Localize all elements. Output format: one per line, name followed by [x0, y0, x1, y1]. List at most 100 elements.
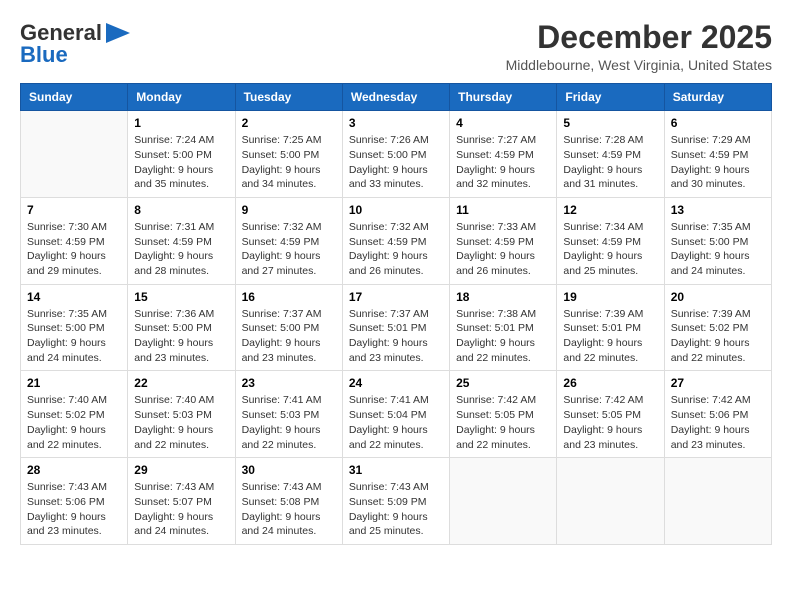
calendar-cell: 3 Sunrise: 7:26 AMSunset: 5:00 PMDaylight… — [342, 111, 449, 198]
calendar-cell: 19 Sunrise: 7:39 AMSunset: 5:01 PMDayligh… — [557, 284, 664, 371]
calendar-cell: 2Sunrise: 7:25 AMSunset: 5:00 PMDaylight… — [235, 111, 342, 198]
day-number: 6 — [671, 116, 765, 130]
day-detail: Sunrise: 7:43 AMSunset: 5:07 PMDaylight:… — [134, 480, 228, 539]
calendar-cell: 10 Sunrise: 7:32 AMSunset: 4:59 PMDayligh… — [342, 197, 449, 284]
calendar-cell: 31 Sunrise: 7:43 AMSunset: 5:09 PMDayligh… — [342, 458, 449, 545]
day-detail: Sunrise: 7:26 AMSunset: 5:00 PMDaylight:… — [349, 133, 443, 192]
calendar-cell: 27Sunrise: 7:42 AMSunset: 5:06 PMDayligh… — [664, 371, 771, 458]
day-number: 16 — [242, 290, 336, 304]
calendar-cell — [21, 111, 128, 198]
title-block: December 2025 Middlebourne, West Virgini… — [506, 20, 772, 73]
calendar-cell — [664, 458, 771, 545]
day-number: 12 — [563, 203, 657, 217]
calendar-cell: 21 Sunrise: 7:40 AMSunset: 5:02 PMDayligh… — [21, 371, 128, 458]
calendar-cell: 12 Sunrise: 7:34 AMSunset: 4:59 PMDayligh… — [557, 197, 664, 284]
calendar-cell: 26 Sunrise: 7:42 AMSunset: 5:05 PMDayligh… — [557, 371, 664, 458]
day-number: 19 — [563, 290, 657, 304]
day-detail: Sunrise: 7:34 AMSunset: 4:59 PMDaylight:… — [563, 220, 657, 279]
day-number: 4 — [456, 116, 550, 130]
logo-arrow-icon — [106, 23, 130, 43]
calendar-cell: 5Sunrise: 7:28 AMSunset: 4:59 PMDaylight… — [557, 111, 664, 198]
calendar-cell: 22Sunrise: 7:40 AMSunset: 5:03 PMDayligh… — [128, 371, 235, 458]
day-detail: Sunrise: 7:37 AMSunset: 5:00 PMDaylight:… — [242, 307, 336, 366]
day-number: 30 — [242, 463, 336, 477]
day-detail: Sunrise: 7:37 AMSunset: 5:01 PMDaylight:… — [349, 307, 443, 366]
weekday-header-sunday: Sunday — [21, 84, 128, 111]
day-number: 27 — [671, 376, 765, 390]
day-detail: Sunrise: 7:40 AMSunset: 5:03 PMDaylight:… — [134, 393, 228, 452]
day-detail: Sunrise: 7:41 AMSunset: 5:04 PMDaylight:… — [349, 393, 443, 452]
calendar-cell — [557, 458, 664, 545]
day-number: 11 — [456, 203, 550, 217]
day-detail: Sunrise: 7:39 AMSunset: 5:02 PMDaylight:… — [671, 307, 765, 366]
day-number: 10 — [349, 203, 443, 217]
logo: General Blue — [20, 20, 130, 68]
calendar-week-row: 14 Sunrise: 7:35 AMSunset: 5:00 PMDayligh… — [21, 284, 772, 371]
day-number: 1 — [134, 116, 228, 130]
day-detail: Sunrise: 7:41 AMSunset: 5:03 PMDaylight:… — [242, 393, 336, 452]
location-subtitle: Middlebourne, West Virginia, United Stat… — [506, 57, 772, 73]
calendar-cell: 23Sunrise: 7:41 AMSunset: 5:03 PMDayligh… — [235, 371, 342, 458]
day-number: 25 — [456, 376, 550, 390]
day-detail: Sunrise: 7:39 AMSunset: 5:01 PMDaylight:… — [563, 307, 657, 366]
calendar-cell: 15Sunrise: 7:36 AMSunset: 5:00 PMDayligh… — [128, 284, 235, 371]
day-detail: Sunrise: 7:42 AMSunset: 5:05 PMDaylight:… — [563, 393, 657, 452]
calendar-week-row: 1 Sunrise: 7:24 AMSunset: 5:00 PMDaylight… — [21, 111, 772, 198]
calendar-cell: 4 Sunrise: 7:27 AMSunset: 4:59 PMDaylight… — [450, 111, 557, 198]
weekday-header-tuesday: Tuesday — [235, 84, 342, 111]
day-detail: Sunrise: 7:32 AMSunset: 4:59 PMDaylight:… — [242, 220, 336, 279]
day-number: 2 — [242, 116, 336, 130]
day-detail: Sunrise: 7:43 AMSunset: 5:06 PMDaylight:… — [27, 480, 121, 539]
day-number: 26 — [563, 376, 657, 390]
calendar-cell: 9 Sunrise: 7:32 AMSunset: 4:59 PMDaylight… — [235, 197, 342, 284]
calendar-cell: 14 Sunrise: 7:35 AMSunset: 5:00 PMDayligh… — [21, 284, 128, 371]
calendar-cell: 13Sunrise: 7:35 AMSunset: 5:00 PMDayligh… — [664, 197, 771, 284]
calendar-cell: 29 Sunrise: 7:43 AMSunset: 5:07 PMDayligh… — [128, 458, 235, 545]
calendar-cell: 16 Sunrise: 7:37 AMSunset: 5:00 PMDayligh… — [235, 284, 342, 371]
page-header: General Blue December 2025 Middlebourne,… — [20, 20, 772, 73]
weekday-header-monday: Monday — [128, 84, 235, 111]
weekday-header-saturday: Saturday — [664, 84, 771, 111]
day-detail: Sunrise: 7:43 AMSunset: 5:08 PMDaylight:… — [242, 480, 336, 539]
day-number: 9 — [242, 203, 336, 217]
weekday-header-thursday: Thursday — [450, 84, 557, 111]
day-number: 3 — [349, 116, 443, 130]
calendar-cell: 17 Sunrise: 7:37 AMSunset: 5:01 PMDayligh… — [342, 284, 449, 371]
day-detail: Sunrise: 7:29 AMSunset: 4:59 PMDaylight:… — [671, 133, 765, 192]
day-detail: Sunrise: 7:24 AMSunset: 5:00 PMDaylight:… — [134, 133, 228, 192]
calendar-week-row: 28Sunrise: 7:43 AMSunset: 5:06 PMDayligh… — [21, 458, 772, 545]
day-detail: Sunrise: 7:43 AMSunset: 5:09 PMDaylight:… — [349, 480, 443, 539]
calendar-cell: 1 Sunrise: 7:24 AMSunset: 5:00 PMDaylight… — [128, 111, 235, 198]
calendar-cell: 18Sunrise: 7:38 AMSunset: 5:01 PMDayligh… — [450, 284, 557, 371]
calendar-cell: 24 Sunrise: 7:41 AMSunset: 5:04 PMDayligh… — [342, 371, 449, 458]
day-number: 17 — [349, 290, 443, 304]
calendar-header-row: SundayMondayTuesdayWednesdayThursdayFrid… — [21, 84, 772, 111]
calendar-cell: 6 Sunrise: 7:29 AMSunset: 4:59 PMDaylight… — [664, 111, 771, 198]
calendar-cell: 11 Sunrise: 7:33 AMSunset: 4:59 PMDayligh… — [450, 197, 557, 284]
day-number: 13 — [671, 203, 765, 217]
calendar-cell: 20 Sunrise: 7:39 AMSunset: 5:02 PMDayligh… — [664, 284, 771, 371]
day-detail: Sunrise: 7:35 AMSunset: 5:00 PMDaylight:… — [27, 307, 121, 366]
day-detail: Sunrise: 7:32 AMSunset: 4:59 PMDaylight:… — [349, 220, 443, 279]
day-detail: Sunrise: 7:42 AMSunset: 5:05 PMDaylight:… — [456, 393, 550, 452]
day-number: 24 — [349, 376, 443, 390]
calendar-week-row: 21 Sunrise: 7:40 AMSunset: 5:02 PMDayligh… — [21, 371, 772, 458]
calendar-cell: 30 Sunrise: 7:43 AMSunset: 5:08 PMDayligh… — [235, 458, 342, 545]
day-number: 31 — [349, 463, 443, 477]
day-number: 18 — [456, 290, 550, 304]
calendar-week-row: 7 Sunrise: 7:30 AMSunset: 4:59 PMDaylight… — [21, 197, 772, 284]
day-number: 20 — [671, 290, 765, 304]
logo-blue-text: Blue — [20, 42, 68, 68]
weekday-header-friday: Friday — [557, 84, 664, 111]
day-number: 5 — [563, 116, 657, 130]
day-number: 21 — [27, 376, 121, 390]
day-number: 14 — [27, 290, 121, 304]
day-number: 29 — [134, 463, 228, 477]
day-detail: Sunrise: 7:33 AMSunset: 4:59 PMDaylight:… — [456, 220, 550, 279]
calendar-cell — [450, 458, 557, 545]
day-detail: Sunrise: 7:30 AMSunset: 4:59 PMDaylight:… — [27, 220, 121, 279]
day-detail: Sunrise: 7:36 AMSunset: 5:00 PMDaylight:… — [134, 307, 228, 366]
day-number: 7 — [27, 203, 121, 217]
day-detail: Sunrise: 7:40 AMSunset: 5:02 PMDaylight:… — [27, 393, 121, 452]
day-detail: Sunrise: 7:27 AMSunset: 4:59 PMDaylight:… — [456, 133, 550, 192]
